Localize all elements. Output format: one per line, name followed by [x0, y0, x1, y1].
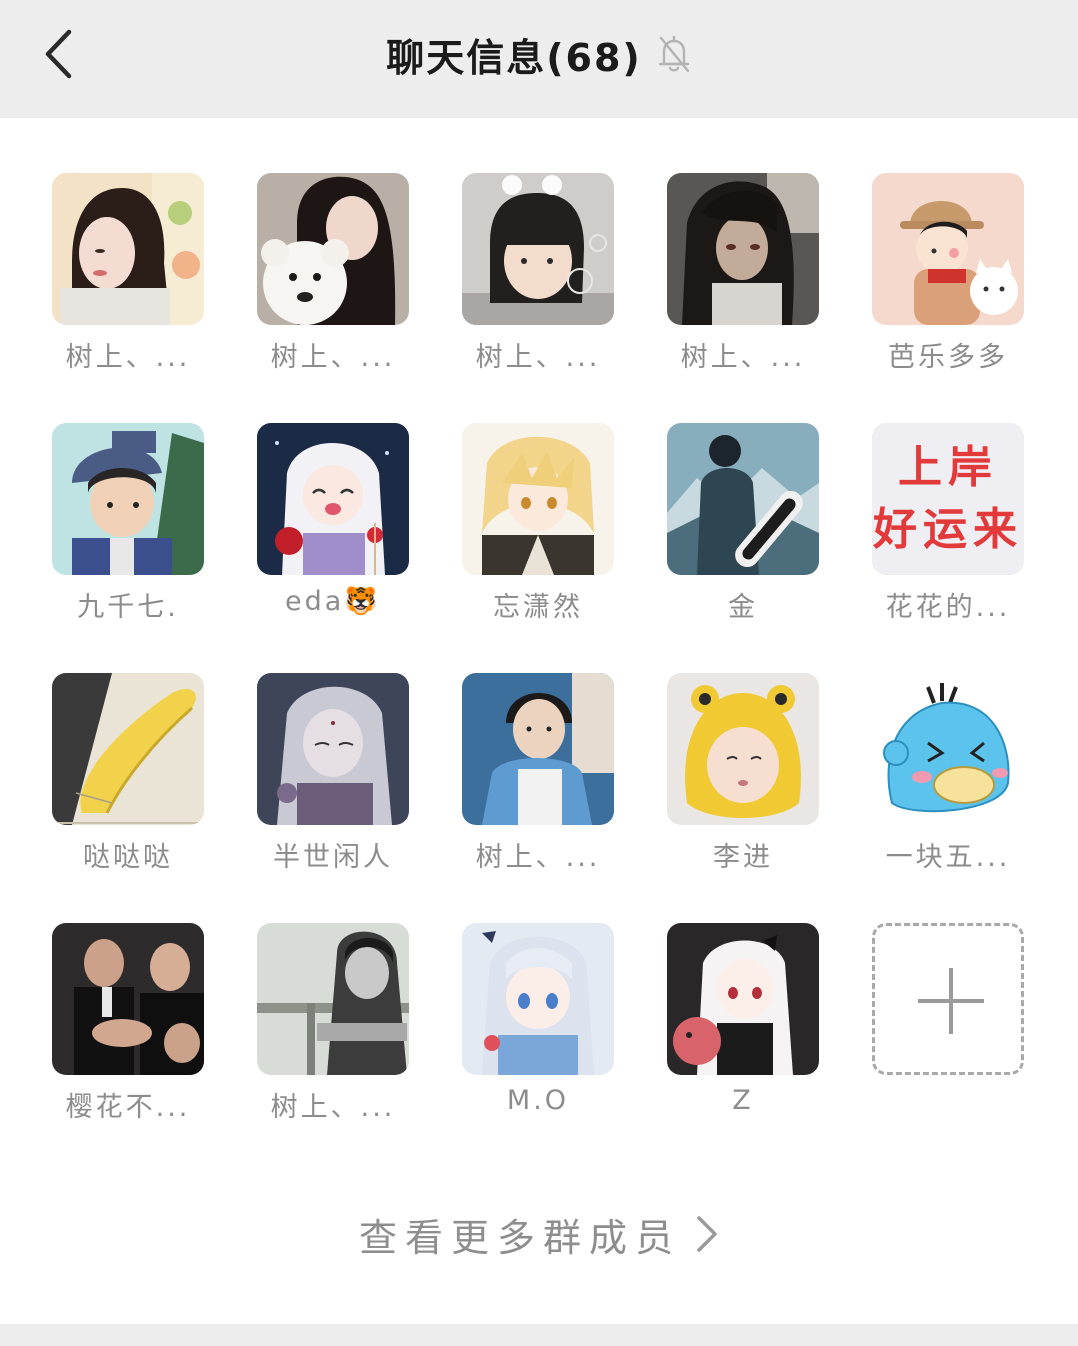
member-name: 树上、... — [475, 842, 601, 873]
add-member-button[interactable] — [872, 923, 1024, 1133]
add-member-box[interactable] — [872, 923, 1024, 1075]
member-item[interactable]: 树上、... — [462, 173, 614, 383]
avatar — [257, 423, 409, 575]
member-item[interactable]: 一块五... — [872, 673, 1024, 883]
member-item[interactable]: 半世闲人 — [257, 673, 409, 883]
member-item[interactable]: 树上、... — [257, 173, 409, 383]
title-wrap: 聊天信息(68) — [0, 26, 1078, 82]
avatar — [52, 923, 204, 1075]
member-name: 金 — [728, 592, 758, 623]
member-item[interactable]: eda🐯 — [257, 423, 409, 633]
avatar-text: 上岸 好运来 — [873, 442, 1023, 555]
member-name: 哒哒哒 — [83, 842, 173, 873]
avatar — [872, 673, 1024, 825]
header-bar: 聊天信息(68) — [0, 0, 1078, 118]
member-name: 树上、... — [680, 342, 806, 373]
member-item[interactable]: Z — [667, 923, 819, 1133]
member-item[interactable]: 树上、... — [52, 173, 204, 383]
member-name: eda🐯 — [285, 586, 381, 617]
avatar — [257, 173, 409, 325]
member-item[interactable]: 樱花不... — [52, 923, 204, 1133]
member-name: 李进 — [713, 842, 773, 873]
bottom-divider — [0, 1324, 1078, 1346]
avatar — [52, 423, 204, 575]
plus-icon — [949, 968, 953, 1034]
member-name: 樱花不... — [65, 1092, 191, 1123]
member-item[interactable]: 李进 — [667, 673, 819, 883]
avatar — [872, 173, 1024, 325]
avatar — [52, 173, 204, 325]
member-name: Z — [732, 1085, 754, 1116]
member-name: 一块五... — [885, 842, 1011, 873]
bell-off-icon — [658, 35, 690, 73]
view-more-label: 查看更多群成员 — [358, 1215, 681, 1260]
member-item[interactable]: 上岸 好运来 花花的... — [872, 423, 1024, 633]
member-item[interactable]: 芭乐多多 — [872, 173, 1024, 383]
avatar — [667, 673, 819, 825]
member-item[interactable]: 树上、... — [667, 173, 819, 383]
avatar — [257, 923, 409, 1075]
avatar — [462, 923, 614, 1075]
member-item[interactable]: 树上、... — [257, 923, 409, 1133]
member-name: 树上、... — [270, 1092, 396, 1123]
avatar — [462, 673, 614, 825]
member-name: 树上、... — [475, 342, 601, 373]
member-name: 树上、... — [65, 342, 191, 373]
member-item[interactable]: 忘潇然 — [462, 423, 614, 633]
avatar — [462, 423, 614, 575]
member-name: 忘潇然 — [493, 592, 583, 623]
member-name: 芭乐多多 — [888, 342, 1008, 373]
member-item[interactable]: 哒哒哒 — [52, 673, 204, 883]
view-more-members-button[interactable]: 查看更多群成员 — [0, 1204, 1078, 1264]
chevron-right-icon — [697, 1216, 717, 1252]
page-title: 聊天信息(68) — [386, 35, 642, 80]
member-item[interactable]: M.O — [462, 923, 614, 1133]
avatar — [667, 173, 819, 325]
avatar — [667, 423, 819, 575]
member-name: 半世闲人 — [273, 842, 393, 873]
member-item[interactable]: 金 — [667, 423, 819, 633]
avatar: 上岸 好运来 — [872, 423, 1024, 575]
avatar — [667, 923, 819, 1075]
member-name: 九千七. — [77, 592, 179, 623]
avatar — [52, 673, 204, 825]
member-name: 树上、... — [270, 342, 396, 373]
member-item[interactable]: 树上、... — [462, 673, 614, 883]
member-name: 花花的... — [885, 592, 1011, 623]
avatar — [462, 173, 614, 325]
member-grid: 树上、... 树上、... 树上、... 树上、... 芭乐多多 九千七. ed… — [52, 173, 1027, 1133]
member-item[interactable]: 九千七. — [52, 423, 204, 633]
avatar — [257, 673, 409, 825]
member-name: M.O — [506, 1085, 570, 1116]
